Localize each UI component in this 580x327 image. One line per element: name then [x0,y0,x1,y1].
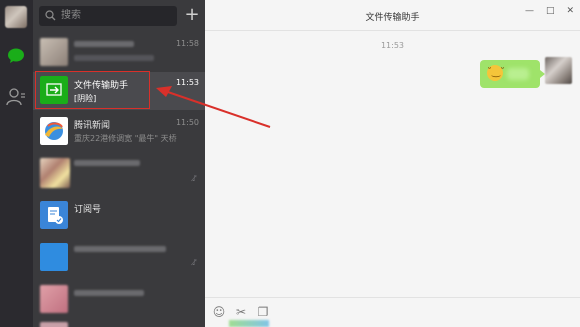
list-item[interactable]: ♪̸ [33,238,205,279]
search-input[interactable]: 搜索 [39,6,177,26]
list-item[interactable]: ♪̸ [33,152,205,194]
list-item[interactable] [33,320,205,327]
emoji-icon[interactable]: ☺ [212,305,226,319]
conversation-list: 搜索 + 11:58 文件传输助手 [阴险] 11:53 腾讯新闻 重庆22港修… [33,0,205,327]
annotation-highlight [35,71,150,109]
minimize-button[interactable]: — [525,6,534,16]
self-avatar[interactable] [545,57,572,84]
message-timestamp: 11:53 [380,41,405,50]
close-button[interactable]: ✕ [566,6,574,16]
search-icon [45,10,56,21]
chat-icon[interactable] [7,47,25,65]
chat-pane: 文件传输助手 — □ ✕ 11:53 ˘‿˘ ☺ ✂ ❐ [205,0,580,327]
header-divider [205,30,580,31]
nav-rail [0,0,33,327]
blurred-content [229,320,269,327]
chat-title: 文件传输助手 [365,13,420,23]
maximize-button[interactable]: □ [546,6,555,16]
blurred-content [507,68,529,80]
item-time: 11:50 [175,118,199,127]
list-item[interactable] [33,280,205,321]
tencent-news-icon [40,117,68,145]
avatar [40,243,68,271]
scissors-icon[interactable]: ✂ [234,305,248,319]
mute-icon: ♪̸ [191,174,197,183]
list-item[interactable]: 11:58 [33,33,205,74]
avatar [40,158,70,188]
input-divider [205,297,580,298]
user-avatar[interactable] [5,6,27,28]
item-time: 11:53 [175,78,199,87]
avatar [40,38,68,66]
search-row: 搜索 + [33,0,205,32]
subscription-icon [40,201,68,229]
item-subtitle: 重庆22港修调宽 "最牛" 天桥 [74,134,177,143]
item-title: 腾讯新闻 [74,121,111,131]
item-time: 11:58 [175,39,199,48]
smirk-emoji-icon: ˘‿˘ [487,65,505,81]
window-controls: — □ ✕ [525,6,574,16]
contacts-icon[interactable] [6,88,26,106]
avatar [40,322,68,327]
input-toolbar: ☺ ✂ ❐ [212,305,270,319]
search-placeholder: 搜索 [61,10,81,21]
mute-icon: ♪̸ [191,258,197,267]
item-title: 订阅号 [74,205,102,215]
avatar [40,285,68,313]
add-button[interactable]: + [183,6,201,26]
list-item-subscriptions[interactable]: 订阅号 [33,196,205,237]
folder-icon[interactable]: ❐ [256,305,270,319]
message-bubble[interactable]: ˘‿˘ [480,60,545,88]
list-item-tencent-news[interactable]: 腾讯新闻 重庆22港修调宽 "最牛" 天桥 11:50 [33,112,205,153]
